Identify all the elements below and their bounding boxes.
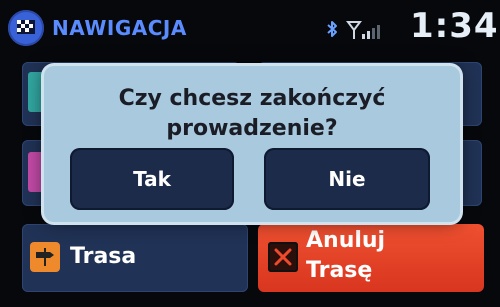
cancel-label-line2: Trasę xyxy=(306,258,373,283)
no-button[interactable]: Nie xyxy=(264,148,430,210)
route-label: Trasa xyxy=(70,244,137,269)
route-button[interactable]: Trasa xyxy=(22,224,248,292)
yes-button[interactable]: Tak xyxy=(70,148,234,210)
dialog-question-line1: Czy chcesz zakończyć xyxy=(118,86,386,111)
status-header: NAWIGACJA 1:34 xyxy=(0,0,500,58)
app-title: NAWIGACJA xyxy=(52,16,187,40)
bluetooth-icon xyxy=(327,21,337,37)
close-icon xyxy=(268,242,298,272)
cancel-route-button[interactable]: Anuluj Trasę xyxy=(258,224,484,292)
confirm-dialog: Czy chcesz zakończyć prowadzenie? Tak Ni… xyxy=(44,66,460,222)
dialog-question-line2: prowadzenie? xyxy=(166,116,338,141)
cancel-label-line1: Anuluj xyxy=(306,228,386,253)
signal-icon xyxy=(346,21,380,39)
navigation-logo-icon xyxy=(8,10,44,46)
navigation-screen: NAWIGACJA 1:34 Trasa Anuluj Trasę Czy ch… xyxy=(0,0,500,307)
route-sign-icon xyxy=(30,242,60,272)
clock: 1:34 xyxy=(410,6,499,46)
